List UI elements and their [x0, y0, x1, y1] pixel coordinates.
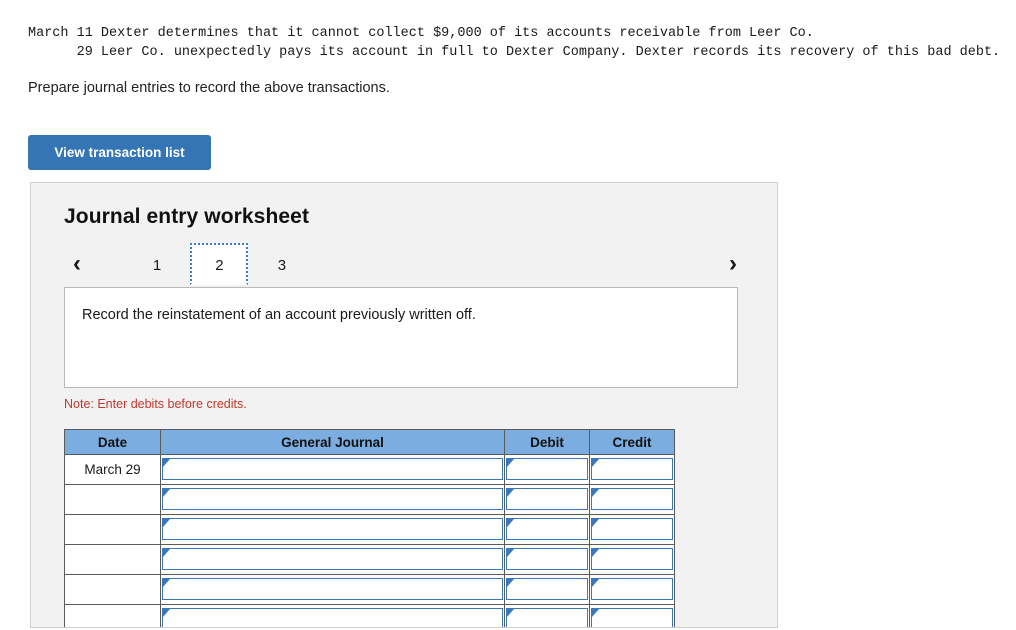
cell-general-journal[interactable]	[160, 514, 505, 545]
general-journal-input[interactable]	[162, 608, 503, 627]
dropdown-triangle-icon	[592, 459, 599, 467]
cell-debit[interactable]	[504, 574, 590, 605]
table-row	[64, 514, 675, 545]
cell-credit[interactable]	[589, 454, 675, 485]
dropdown-triangle-icon	[507, 519, 514, 527]
debit-input[interactable]	[506, 578, 588, 600]
entry-description-text: Record the reinstatement of an account p…	[82, 307, 476, 323]
clipped-text: -	[28, 0, 36, 4]
credit-input[interactable]	[591, 578, 673, 600]
cell-debit[interactable]	[504, 454, 590, 485]
dropdown-triangle-icon	[507, 459, 514, 467]
dropdown-triangle-icon	[507, 579, 514, 587]
cell-date	[64, 574, 161, 605]
cell-date	[64, 484, 161, 515]
cell-credit[interactable]	[589, 484, 675, 515]
dropdown-triangle-icon	[163, 579, 170, 587]
cell-general-journal[interactable]	[160, 454, 505, 485]
dropdown-triangle-icon	[592, 579, 599, 587]
problem-statement: March 11 Dexter determines that it canno…	[28, 24, 1000, 62]
cell-debit[interactable]	[504, 484, 590, 515]
credit-input[interactable]	[591, 548, 673, 570]
dropdown-triangle-icon	[163, 609, 170, 617]
general-journal-input[interactable]	[162, 458, 503, 480]
cell-credit[interactable]	[589, 514, 675, 545]
table-row	[64, 484, 675, 515]
cell-debit[interactable]	[504, 514, 590, 545]
instruction-text: Prepare journal entries to record the ab…	[28, 80, 390, 96]
debit-input[interactable]	[506, 458, 588, 480]
dropdown-triangle-icon	[507, 489, 514, 497]
table-header-row: Date General Journal Debit Credit	[64, 429, 675, 455]
worksheet-title: Journal entry worksheet	[64, 205, 310, 228]
column-header-general-journal: General Journal	[160, 429, 505, 455]
journal-entry-table-body: March 29	[64, 454, 675, 627]
journal-entry-worksheet-panel: Journal entry worksheet ‹ 1 2 3 › Record…	[30, 182, 778, 628]
page-tab-list: 1 2 3	[128, 243, 311, 287]
problem-line-2: 29 Leer Co. unexpectedly pays its accoun…	[28, 45, 1001, 60]
dropdown-triangle-icon	[592, 549, 599, 557]
journal-entry-table: Date General Journal Debit Credit March …	[64, 429, 675, 627]
cell-debit[interactable]	[504, 604, 590, 627]
dropdown-triangle-icon	[163, 489, 170, 497]
dropdown-triangle-icon	[592, 519, 599, 527]
column-header-credit: Credit	[589, 429, 675, 455]
entry-description-box: Record the reinstatement of an account p…	[64, 287, 738, 388]
cell-credit[interactable]	[589, 574, 675, 605]
previous-page-chevron-icon[interactable]: ‹	[64, 243, 90, 287]
dropdown-triangle-icon	[163, 549, 170, 557]
cell-debit[interactable]	[504, 544, 590, 575]
next-page-chevron-icon[interactable]: ›	[720, 243, 746, 287]
cell-date	[64, 604, 161, 627]
table-row	[64, 544, 675, 575]
table-row	[64, 604, 675, 627]
cell-general-journal[interactable]	[160, 604, 505, 627]
cell-general-journal[interactable]	[160, 574, 505, 605]
dropdown-triangle-icon	[507, 549, 514, 557]
dropdown-triangle-icon	[592, 609, 599, 617]
debit-input[interactable]	[506, 608, 588, 627]
cell-credit[interactable]	[589, 544, 675, 575]
worksheet-pager: ‹ 1 2 3 ›	[64, 243, 746, 287]
cell-general-journal[interactable]	[160, 544, 505, 575]
table-row	[64, 574, 675, 605]
dropdown-triangle-icon	[163, 519, 170, 527]
cell-date: March 29	[64, 454, 161, 485]
page-tab-3[interactable]: 3	[253, 243, 311, 285]
debit-input[interactable]	[506, 488, 588, 510]
table-row: March 29	[64, 454, 675, 485]
column-header-date: Date	[64, 429, 161, 455]
page-tab-2[interactable]: 2	[190, 243, 249, 285]
cell-date	[64, 514, 161, 545]
dropdown-triangle-icon	[592, 489, 599, 497]
cell-date	[64, 544, 161, 575]
cell-credit[interactable]	[589, 604, 675, 627]
cell-general-journal[interactable]	[160, 484, 505, 515]
general-journal-input[interactable]	[162, 578, 503, 600]
dropdown-triangle-icon	[507, 609, 514, 617]
view-transaction-list-button[interactable]: View transaction list	[28, 135, 211, 170]
debit-input[interactable]	[506, 518, 588, 540]
credit-input[interactable]	[591, 518, 673, 540]
dropdown-triangle-icon	[163, 459, 170, 467]
credit-input[interactable]	[591, 608, 673, 627]
debits-before-credits-note: Note: Enter debits before credits.	[64, 397, 247, 411]
column-header-debit: Debit	[504, 429, 590, 455]
credit-input[interactable]	[591, 488, 673, 510]
page-tab-1[interactable]: 1	[128, 243, 186, 285]
credit-input[interactable]	[591, 458, 673, 480]
debit-input[interactable]	[506, 548, 588, 570]
general-journal-input[interactable]	[162, 548, 503, 570]
general-journal-input[interactable]	[162, 488, 503, 510]
general-journal-input[interactable]	[162, 518, 503, 540]
problem-line-1: March 11 Dexter determines that it canno…	[28, 26, 814, 41]
clipped-text-fragment: -	[0, 0, 1016, 16]
